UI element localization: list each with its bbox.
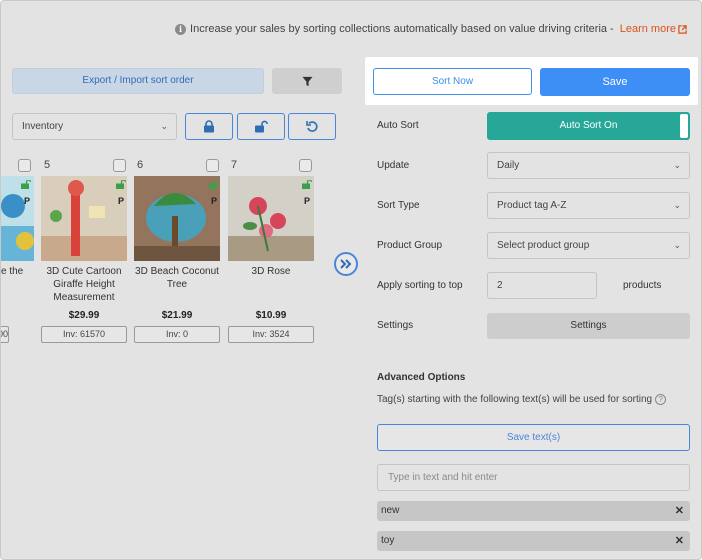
lock-icon[interactable] (116, 179, 127, 189)
chevron-down-icon: ⌄ (673, 160, 681, 170)
update-select-value: Daily (497, 160, 520, 171)
close-icon[interactable]: ✕ (675, 531, 684, 551)
learn-more-link[interactable]: Learn more (620, 23, 687, 35)
chevron-down-icon: ⌄ (160, 121, 168, 131)
info-text: Increase your sales by sorting collectio… (190, 23, 614, 35)
inventory-box: Inv: 61570 (41, 326, 127, 343)
settings-label: Settings (377, 320, 414, 331)
sort-type-label: Sort Type (377, 200, 420, 211)
product-checkbox[interactable] (18, 159, 31, 172)
auto-sort-value: Auto Sort On (559, 120, 618, 131)
product-group-select[interactable]: Select product group ⌄ (487, 232, 690, 259)
lock-all-button[interactable] (185, 113, 233, 140)
help-icon[interactable]: ? (655, 394, 667, 405)
chevron-down-icon: ⌄ (673, 200, 681, 210)
update-label: Update (377, 160, 410, 171)
product-badge: P (304, 196, 311, 206)
auto-sort-toggle[interactable]: Auto Sort On (487, 112, 690, 140)
settings-button[interactable]: Settings (487, 313, 690, 339)
update-select[interactable]: Daily ⌄ (487, 152, 690, 179)
filter-button[interactable] (272, 68, 342, 94)
close-icon[interactable]: ✕ (675, 501, 684, 521)
product-title: e the (1, 266, 24, 277)
tag-chip-label: new (381, 505, 400, 516)
product-position: 7 (231, 159, 238, 171)
product-position: 6 (137, 159, 144, 171)
product-badge: P (211, 196, 218, 206)
lock-icon[interactable] (209, 179, 220, 189)
info-icon: i (175, 23, 187, 35)
apply-top-input[interactable]: 2 (487, 272, 597, 299)
external-link-icon (678, 24, 687, 34)
lock-icon (204, 120, 214, 133)
product-group-select-value: Select product group (497, 240, 590, 251)
inventory-box: Inv: 3524 (228, 326, 314, 343)
advanced-options-title: Advanced Options (377, 372, 466, 383)
auto-sort-label: Auto Sort (377, 120, 419, 131)
inventory-box: 00 (1, 326, 9, 343)
unlock-all-button[interactable] (237, 113, 285, 140)
product-badge: P (118, 196, 125, 206)
lock-icon[interactable] (302, 179, 313, 189)
product-image (41, 176, 127, 261)
toggle-knob (680, 114, 688, 138)
tag-chip: toy ✕ (377, 531, 690, 551)
apply-top-label: Apply sorting to top (377, 280, 463, 291)
export-import-button[interactable]: Export / Import sort order (12, 68, 264, 94)
double-chevron-right-icon (340, 259, 352, 269)
save-button[interactable]: Save (540, 68, 690, 96)
product-price: $10.99 (255, 310, 287, 321)
sort-now-button[interactable]: Sort Now (373, 68, 532, 95)
chevron-down-icon: ⌄ (673, 240, 681, 250)
filter-icon (301, 76, 313, 86)
sort-type-select-value: Product tag A-Z (497, 200, 567, 211)
save-text-button[interactable]: Save text(s) (377, 424, 690, 451)
product-title: 3D Cute Cartoon Giraffe Height Measureme… (46, 266, 122, 303)
advanced-description-text: Tag(s) starting with the following text(… (377, 394, 653, 406)
info-banner: i Increase your sales by sorting collect… (175, 23, 687, 35)
lock-icon[interactable] (21, 179, 32, 189)
next-page-button[interactable] (334, 252, 358, 276)
tag-chip: new ✕ (377, 501, 690, 521)
apply-top-unit: products (623, 280, 662, 291)
tag-text-input[interactable]: Type in text and hit enter (377, 464, 690, 491)
product-badge: P (24, 196, 31, 206)
product-price: $29.99 (68, 310, 100, 321)
product-image (134, 176, 220, 261)
inventory-select[interactable]: Inventory ⌄ (12, 113, 177, 140)
product-title: 3D Rose (251, 266, 291, 277)
inventory-box: Inv: 0 (134, 326, 220, 343)
app-frame: i Increase your sales by sorting collect… (0, 0, 702, 560)
product-price: $21.99 (161, 310, 193, 321)
unlock-icon (255, 120, 268, 133)
inventory-select-value: Inventory (22, 121, 64, 132)
product-title: 3D Beach Coconut Tree (135, 266, 219, 290)
tag-chip-label: toy (381, 535, 395, 546)
product-checkbox[interactable] (206, 159, 219, 172)
product-checkbox[interactable] (299, 159, 312, 172)
product-position: 5 (44, 159, 51, 171)
reset-button[interactable] (288, 113, 336, 140)
product-checkbox[interactable] (113, 159, 126, 172)
sort-type-select[interactable]: Product tag A-Z ⌄ (487, 192, 690, 219)
product-group-label: Product Group (377, 240, 443, 251)
undo-icon (305, 121, 318, 132)
advanced-options-description: Tag(s) starting with the following text(… (377, 394, 667, 406)
